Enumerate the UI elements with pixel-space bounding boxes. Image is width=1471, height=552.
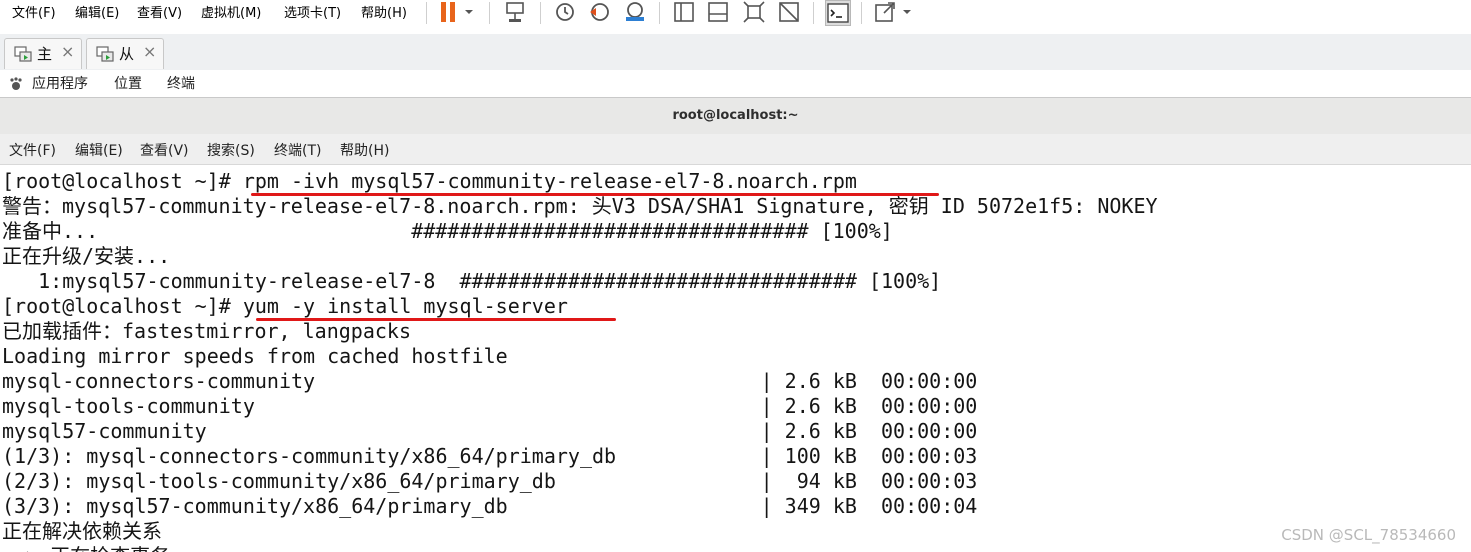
vm-menu-edit[interactable]: 编辑(E) [75,2,119,21]
terminal-line: [root@localhost ~]# yum -y install mysql… [2,294,568,318]
fullscreen-off-icon[interactable] [777,0,801,24]
vmware-toolbar: 文件(F) 编辑(E) 查看(V) 虚拟机(M) 选项卡(T) 帮助(H) [0,0,1471,35]
watermark: CSDN @SCL_78534660 [1281,526,1456,544]
vm-menu-file[interactable]: 文件(F) [12,2,56,21]
gnome-top-bar: 应用程序 位置 终端 [0,70,1471,98]
terminal-menu-file[interactable]: 文件(F) [9,140,56,160]
terminal-line: 正在升级/安装... [2,244,171,268]
stretch-icon[interactable] [873,0,897,24]
vm-icon [14,46,32,62]
tab-vm-slave[interactable]: 从 × [86,38,164,69]
pause-icon[interactable] [437,0,461,24]
terminal-menu-view[interactable]: 查看(V) [140,140,189,160]
send-ctrl-alt-del-icon[interactable] [503,0,527,24]
vm-menu-vm[interactable]: 虚拟机(M) [201,2,261,21]
gnome-places-menu[interactable]: 位置 [114,73,142,93]
chevron-down-icon[interactable] [462,0,476,24]
toolbar-divider [861,2,862,24]
no-tabs-icon[interactable] [706,0,730,24]
terminal-line: mysql-connectors-community | 2.6 kB 00:0… [2,369,978,393]
terminal-line: 已加载插件：fastestmirror, langpacks [2,319,411,343]
toolbar-divider [813,2,814,24]
snapshot-icon[interactable] [553,0,577,24]
gnome-applications-menu[interactable]: 应用程序 [32,73,88,93]
tab-vm-master[interactable]: 主 × [4,38,82,69]
vm-menu-view[interactable]: 查看(V) [137,2,182,21]
close-icon[interactable]: × [61,42,74,61]
revert-snapshot-icon[interactable] [588,0,612,24]
terminal-line: --> 正在检查事务 [2,544,170,552]
snapshot-manager-icon[interactable] [623,0,647,24]
toolbar-divider [489,2,490,24]
toolbar-divider [540,2,541,24]
terminal-line: (3/3): mysql57-community/x86_64/primary_… [2,494,978,518]
tab-label: 从 [119,45,135,63]
terminal-line: (2/3): mysql-tools-community/x86_64/prim… [2,469,978,493]
terminal-menu-search[interactable]: 搜索(S) [207,140,255,160]
terminal-line: (1/3): mysql-connectors-community/x86_64… [2,444,978,468]
terminal-line: 1:mysql57-community-release-el7-8 ######… [2,269,942,293]
terminal-output[interactable]: [root@localhost ~]# rpm -ivh mysql57-com… [0,165,1471,552]
toolbar-divider [426,2,427,24]
terminal-line: Loading mirror speeds from cached hostfi… [2,344,508,368]
gnome-terminal-menu[interactable]: 终端 [167,73,195,93]
gnome-foot-icon [9,76,23,90]
terminal-menu-help[interactable]: 帮助(H) [340,140,389,160]
terminal-line: [root@localhost ~]# rpm -ivh mysql57-com… [2,169,857,193]
terminal-line: mysql57-community | 2.6 kB 00:00:00 [2,419,978,443]
terminal-window-title: root@localhost:~ [0,98,1471,135]
red-underline-annotation [251,193,939,196]
terminal-line: 正在解决依赖关系 [2,519,162,543]
single-window-icon[interactable] [672,0,696,24]
terminal-line: 准备中... #################################… [2,219,893,243]
close-icon[interactable]: × [143,42,156,61]
chevron-down-icon[interactable] [900,0,914,24]
vm-tab-bar: 主 × 从 × [0,34,1471,71]
console-icon[interactable] [825,0,851,26]
vm-icon [96,46,114,62]
vm-menu-tabs[interactable]: 选项卡(T) [284,2,341,21]
red-underline-annotation [256,318,616,321]
terminal-menu-terminal[interactable]: 终端(T) [274,140,321,160]
tab-label: 主 [37,45,53,63]
vm-menu-help[interactable]: 帮助(H) [361,2,407,21]
terminal-menu-edit[interactable]: 编辑(E) [75,140,123,160]
fit-guest-icon[interactable] [742,0,766,24]
terminal-line: 警告：mysql57-community-release-el7-8.noarc… [2,194,1158,218]
terminal-menu-bar: 文件(F) 编辑(E) 查看(V) 搜索(S) 终端(T) 帮助(H) [0,134,1471,165]
toolbar-divider [659,2,660,24]
terminal-line: mysql-tools-community | 2.6 kB 00:00:00 [2,394,978,418]
